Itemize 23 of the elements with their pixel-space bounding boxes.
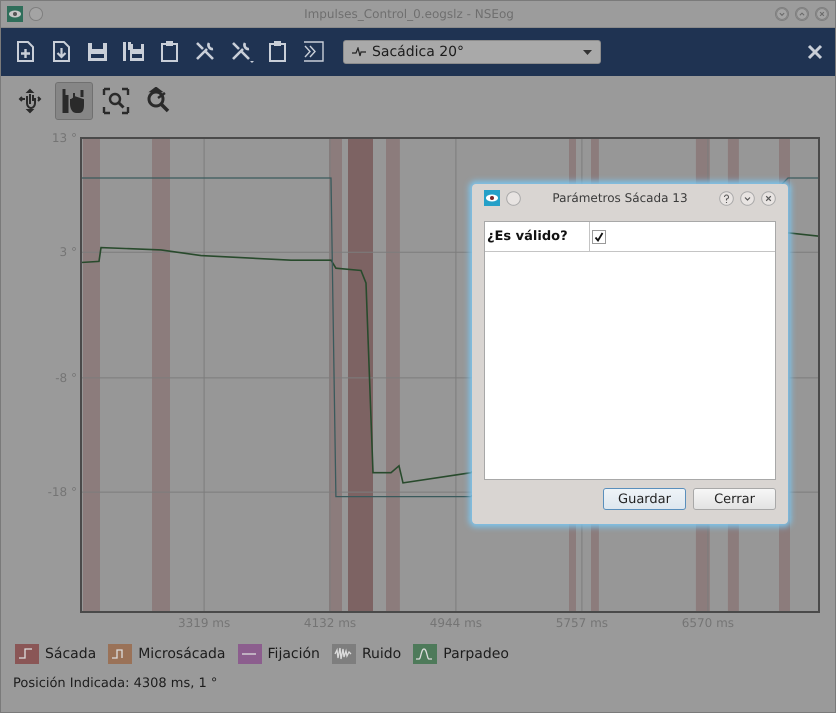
minimize-icon[interactable] xyxy=(740,190,755,206)
legend-label: Ruido xyxy=(362,646,402,662)
zoom-icon xyxy=(102,87,130,115)
valid-checkbox[interactable] xyxy=(592,230,606,244)
app-logo-icon xyxy=(484,190,500,206)
dropdown-caret-icon xyxy=(583,50,592,54)
dialog-title: Parámetros Sácada 13 xyxy=(551,191,689,205)
help-icon[interactable] xyxy=(719,190,734,206)
close-button[interactable]: Cerrar xyxy=(693,488,776,510)
signal-dropdown[interactable]: Sacádica 20° xyxy=(343,40,601,64)
close-icon[interactable] xyxy=(761,190,776,206)
status-text: Posición Indicada: 4308 ms, 1 ° xyxy=(13,676,218,691)
tools-icon[interactable] xyxy=(229,39,255,65)
legend-label: Parpadeo xyxy=(443,646,509,662)
save-button[interactable]: Guardar xyxy=(603,488,686,510)
app-logo-icon xyxy=(7,6,23,22)
pointer-tool-button[interactable] xyxy=(55,82,93,120)
close-icon[interactable] xyxy=(807,44,823,60)
legend-label: Sácada xyxy=(45,646,96,662)
legend-label: Microsácada xyxy=(138,646,226,662)
legend-label: Fijación xyxy=(268,646,320,662)
parameter-name: ¿Es válido? xyxy=(485,222,590,251)
waveform-icon xyxy=(352,47,366,57)
